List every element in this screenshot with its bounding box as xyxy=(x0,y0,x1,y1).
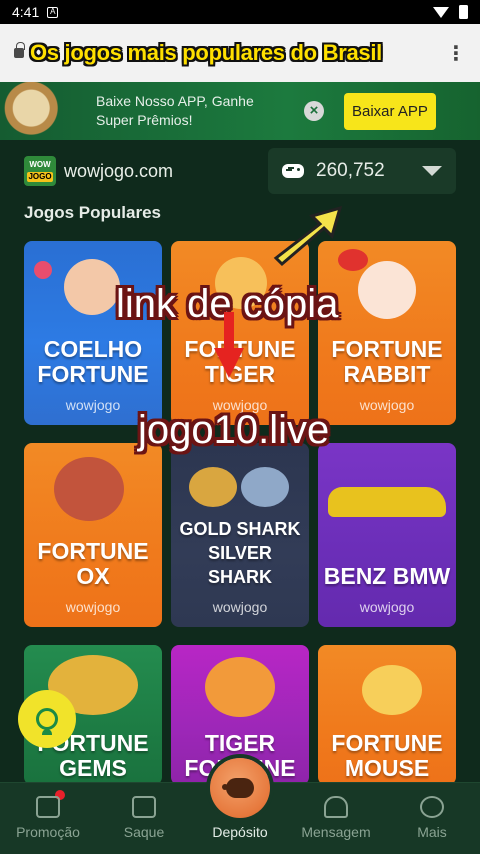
app-download-banner: Baixe Nosso APP, Ganhe Super Prêmios! × … xyxy=(0,82,480,140)
game-title: FORTUNE MOUSE xyxy=(331,730,443,781)
gift-icon xyxy=(36,796,60,818)
banner-text: Baixe Nosso APP, Ganhe Super Prêmios! xyxy=(96,93,254,128)
game-brand: wowjogo xyxy=(212,599,268,615)
more-options-icon[interactable]: ⋮ xyxy=(446,41,466,66)
overlay-domain: jogo10.live xyxy=(138,408,330,452)
nav-item-mais[interactable]: Mais xyxy=(387,796,477,840)
address-bar[interactable]: Os jogos mais populares do Brasil ⋮ xyxy=(0,24,480,82)
nav-item-saque[interactable]: Saque xyxy=(99,796,189,840)
status-bar: 4:41 A xyxy=(0,0,480,24)
clock: 4:41 xyxy=(12,4,40,20)
wifi-icon xyxy=(433,6,449,18)
logo-text-top: WOW xyxy=(29,160,51,169)
balance-value: 260,752 xyxy=(316,160,385,181)
game-brand: wowjogo xyxy=(359,599,415,615)
game-card-fortune-mouse[interactable]: FORTUNE MOUSE xyxy=(318,645,456,785)
banner-mascot-image xyxy=(0,82,78,140)
support-button[interactable] xyxy=(18,690,76,748)
gamepad-icon xyxy=(282,164,304,178)
balance-selector[interactable]: 260,752 xyxy=(268,148,456,194)
nav-label: Mensagem xyxy=(301,824,371,840)
nav-label: Saque xyxy=(123,824,165,840)
bell-icon xyxy=(324,796,348,818)
wallet-icon xyxy=(132,796,156,818)
battery-icon xyxy=(459,5,468,19)
nav-label: Mais xyxy=(417,824,447,840)
game-title: COELHO FORTUNE xyxy=(37,336,149,387)
notification-icon: A xyxy=(47,6,59,18)
game-title: GOLD SHARK SILVER SHARK xyxy=(179,519,301,587)
game-card-coelho-fortune[interactable]: COELHO FORTUNE wowjogo xyxy=(24,241,162,425)
game-title: FORTUNE OX xyxy=(37,538,149,589)
game-brand: wowjogo xyxy=(65,397,121,413)
chevron-down-icon[interactable] xyxy=(422,166,442,176)
site-header: WOW JOGO wowjogo.com 260,752 xyxy=(24,146,456,196)
close-icon[interactable]: × xyxy=(304,101,324,121)
arrow-down-icon xyxy=(214,312,244,378)
lock-icon xyxy=(14,42,25,58)
site-name: wowjogo.com xyxy=(64,160,174,181)
game-brand: wowjogo xyxy=(65,599,121,615)
nav-label: Depósito xyxy=(212,824,268,840)
game-art xyxy=(318,443,456,543)
logo-text-bottom: JOGO xyxy=(27,172,53,182)
nav-item-promocao[interactable]: Promoção xyxy=(3,790,93,840)
game-brand: wowjogo xyxy=(359,397,415,413)
headset-icon xyxy=(36,708,58,735)
more-icon xyxy=(420,796,444,818)
deposit-button[interactable] xyxy=(210,758,270,818)
game-card-benz-bmw[interactable]: BENZ BMW wowjogo xyxy=(318,443,456,627)
game-title: FORTUNE RABBIT xyxy=(331,336,443,387)
game-art xyxy=(24,443,162,543)
nav-label: Promoção xyxy=(16,824,80,840)
game-card-gold-shark[interactable]: GOLD SHARK SILVER SHARK wowjogo xyxy=(171,443,309,627)
overlay-title: Os jogos mais populares do Brasil xyxy=(30,40,382,65)
piggy-bank-icon xyxy=(222,778,254,798)
download-app-button[interactable]: Baixar APP xyxy=(344,92,436,130)
site-logo[interactable]: WOW JOGO xyxy=(24,156,56,186)
pointer-arrow-icon xyxy=(273,205,343,267)
nav-item-mensagem[interactable]: Mensagem xyxy=(291,796,381,840)
section-title: Jogos Populares xyxy=(24,203,161,222)
game-title: BENZ BMW xyxy=(323,563,451,589)
game-card-fortune-ox[interactable]: FORTUNE OX wowjogo xyxy=(24,443,162,627)
